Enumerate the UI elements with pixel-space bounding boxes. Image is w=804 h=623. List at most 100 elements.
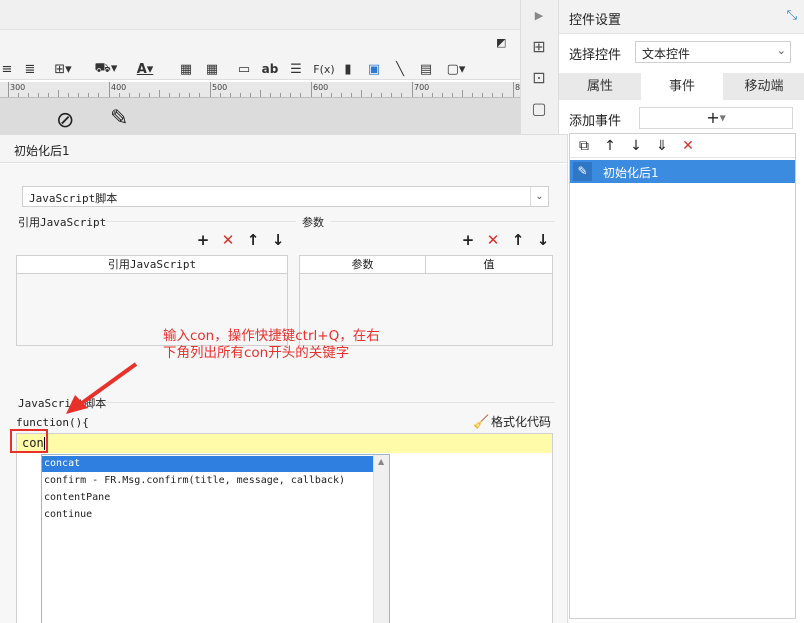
expand-arrow-icon[interactable]: ▶: [529, 6, 549, 26]
event-dialog: 初始化后1 JavaScript脚本 ⌄ 引用JavaScript 参数 + ✕…: [0, 134, 568, 623]
layout-icon[interactable]: ⊞: [529, 37, 549, 57]
panel-title: 控件设置: [569, 13, 622, 28]
ruler-label: 300: [10, 83, 26, 92]
autocomplete-item[interactable]: confirm - FR.Msg.confirm(title, message,…: [42, 473, 373, 489]
ruler-tick: [88, 93, 89, 97]
ruler-tick: [401, 93, 402, 97]
dialog-header: 初始化后1: [0, 135, 567, 163]
text-field-icon[interactable]: ▭: [236, 59, 252, 79]
chevron-down-icon[interactable]: ⌄: [530, 187, 548, 206]
delete-param-icon[interactable]: ✕: [484, 231, 502, 249]
event-list-item[interactable]: ✎ 初始化后1: [570, 160, 795, 183]
border-icon[interactable]: ⊞▾: [52, 59, 74, 79]
ref-js-header: 引用JavaScript: [17, 256, 287, 274]
plus-icon: +: [706, 108, 720, 127]
add-event-label: 添加事件: [569, 114, 622, 129]
autocomplete-item[interactable]: contentPane: [42, 490, 373, 506]
divider: [104, 402, 555, 403]
grid-icon[interactable]: ▦: [204, 59, 220, 79]
ruler-label: 700: [414, 83, 430, 92]
ruler-tick: [8, 82, 9, 97]
ruler-tick: [422, 93, 423, 97]
ruler-tick: [351, 93, 352, 97]
chart-icon[interactable]: ▮: [340, 59, 356, 79]
panel-header: 控件设置 ⤡: [559, 0, 804, 34]
ruler-tick: [38, 93, 39, 97]
event-toolbar: ⧉ ↑ ↓ ⇓ ✕: [570, 134, 795, 158]
side-strip: ▶ ⊞ ⊡ ▢: [520, 0, 558, 135]
ruler-tick: [48, 93, 49, 97]
ruler-tick: [78, 93, 79, 97]
format-code-button[interactable]: 🧹 格式化代码: [473, 413, 551, 430]
ruler-tick: [371, 93, 372, 97]
font-color-icon[interactable]: A▾: [130, 59, 160, 79]
design-canvas: ⊘ ✎: [0, 98, 520, 134]
tab-events[interactable]: 事件: [641, 73, 723, 100]
autocomplete-item[interactable]: continue: [42, 507, 373, 523]
param-up-icon[interactable]: ↑: [509, 231, 527, 249]
add-param-icon[interactable]: +: [459, 231, 477, 249]
frame-icon[interactable]: ▢: [529, 99, 549, 119]
move-bottom-icon[interactable]: ⇓: [652, 136, 672, 156]
tab-attributes[interactable]: 属性: [559, 73, 641, 100]
param-section-label: 参数: [302, 216, 324, 229]
vertical-scrollbar[interactable]: ▲ ▼: [373, 455, 389, 623]
param-down-icon[interactable]: ↓: [534, 231, 552, 249]
autocomplete-item[interactable]: concat: [42, 456, 373, 472]
event-type-select[interactable]: JavaScript脚本 ⌄: [22, 186, 549, 207]
top-strip: [0, 0, 520, 30]
more-icon[interactable]: ▢▾: [444, 59, 468, 79]
edit-icon[interactable]: ✎: [573, 162, 592, 181]
ruler-tick: [513, 82, 514, 97]
tab-mobile[interactable]: 移动端: [723, 73, 804, 100]
slash-icon[interactable]: ╲: [392, 59, 408, 79]
ruler-tick: [361, 90, 362, 97]
widget-info-icon[interactable]: ⊡: [529, 68, 549, 88]
ruler-tick: [280, 93, 281, 97]
ref-up-icon[interactable]: ↑: [244, 231, 262, 249]
ref-down-icon[interactable]: ↓: [269, 231, 287, 249]
widget-select-value: 文本控件: [642, 47, 691, 61]
current-line: con: [17, 434, 552, 453]
add-ref-icon[interactable]: +: [194, 231, 212, 249]
ruler-tick: [502, 93, 503, 97]
ruler-tick: [210, 82, 211, 97]
copy-icon[interactable]: ⧉: [574, 136, 594, 156]
ruler-label: 600: [313, 83, 329, 92]
collapse-icon[interactable]: ⤡: [787, 8, 797, 23]
widget-select[interactable]: 文本控件 ⌄: [635, 41, 791, 63]
param-name-header: 参数: [300, 256, 426, 274]
autocomplete-popup: concat confirm - FR.Msg.confirm(title, m…: [41, 454, 390, 623]
scroll-up-icon[interactable]: ▲: [378, 457, 384, 466]
caret-down-icon: ▼: [719, 113, 726, 123]
delete-ref-icon[interactable]: ✕: [219, 231, 237, 249]
pin-icon[interactable]: ◩: [496, 36, 506, 49]
ruler-tick: [98, 93, 99, 97]
ruler-tick: [300, 93, 301, 97]
ruler-tick: [492, 93, 493, 97]
move-down-icon[interactable]: ↓: [626, 136, 646, 156]
ruler-tick: [270, 93, 271, 97]
image-icon[interactable]: ▣: [366, 59, 382, 79]
align-center-icon[interactable]: ≡: [0, 59, 14, 79]
formula-icon[interactable]: F(x): [313, 59, 334, 79]
delete-icon[interactable]: ✕: [678, 136, 698, 156]
ruler-tick: [341, 93, 342, 97]
chevron-down-icon[interactable]: ⌄: [777, 44, 786, 57]
ruler-tick: [442, 93, 443, 97]
add-event-button[interactable]: +▼: [639, 107, 793, 129]
ruler-tick: [311, 82, 312, 97]
ruler-tick: [129, 93, 130, 97]
ref-js-section-label: 引用JavaScript: [18, 216, 107, 229]
ruler-tick: [260, 90, 261, 97]
text-icon[interactable]: ab: [262, 59, 279, 79]
paragraph-icon[interactable]: ☰: [288, 59, 304, 79]
fill-color-icon[interactable]: ⛟▾: [92, 59, 120, 79]
divider: [106, 221, 296, 222]
ruler-tick: [220, 93, 221, 97]
ruler-tick: [159, 90, 160, 97]
table-icon[interactable]: ▦: [178, 59, 194, 79]
move-up-icon[interactable]: ↑: [600, 136, 620, 156]
sub-report-icon[interactable]: ▤: [418, 59, 434, 79]
align-right-icon[interactable]: ≣: [22, 59, 38, 79]
